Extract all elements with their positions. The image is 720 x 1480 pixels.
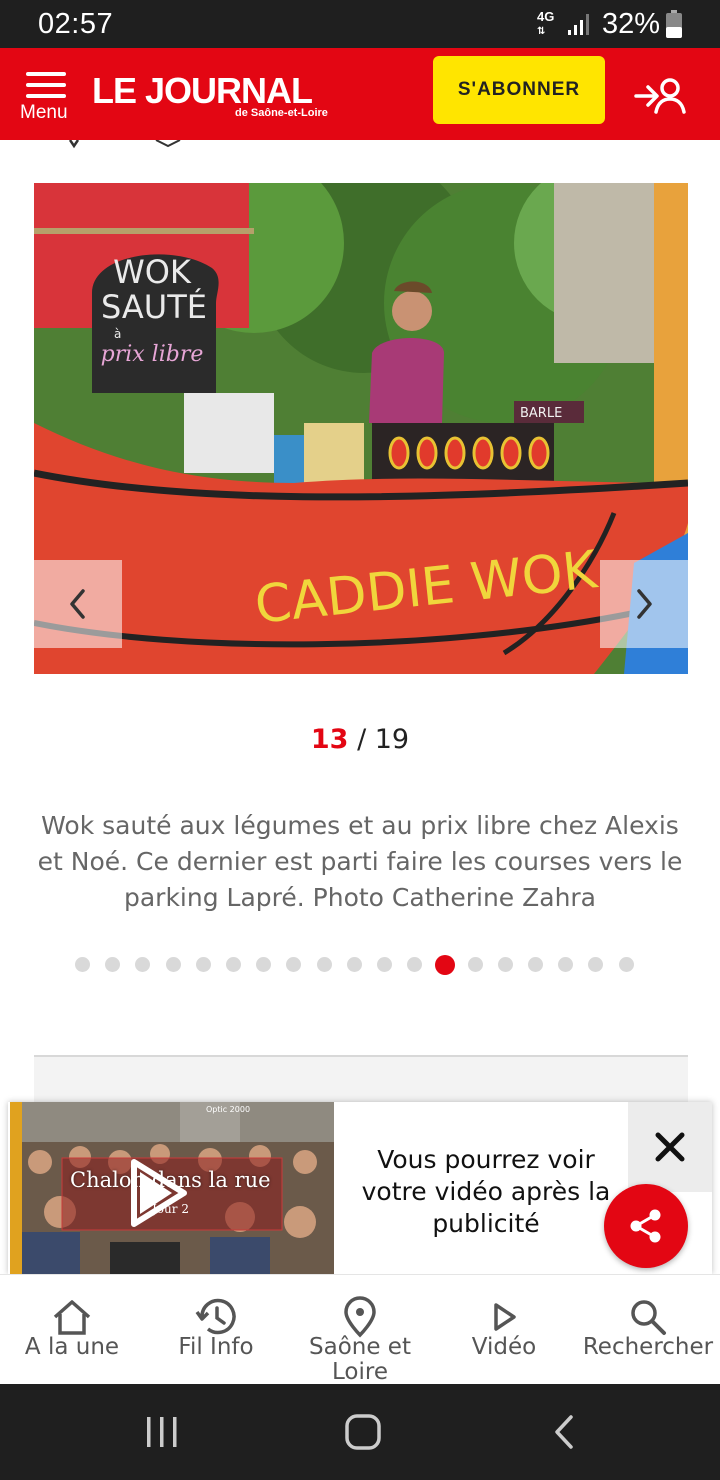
- menu-label: Menu: [20, 102, 68, 123]
- nav-label-home: A la une: [24, 1334, 120, 1360]
- site-header: Menu LE JOURNAL de Saône-et-Loire S'ABON…: [0, 48, 720, 140]
- search-icon: [631, 1300, 666, 1335]
- gallery-total: / 19: [357, 724, 410, 755]
- nav-item-saone-et-loire[interactable]: Saône et Loire: [288, 1275, 432, 1385]
- video-close-button[interactable]: [628, 1102, 712, 1192]
- logo-main-text: LE JOURNAL: [92, 70, 313, 111]
- location-pin-icon: [344, 1296, 376, 1338]
- pagination-dot[interactable]: [497, 957, 513, 972]
- pagination-dot[interactable]: [377, 957, 392, 972]
- menu-button[interactable]: Menu: [18, 68, 76, 128]
- nav-label-video: Vidéo: [471, 1334, 537, 1360]
- partial-toolbar-icons: [68, 140, 181, 149]
- battery-percent: 32%: [602, 8, 661, 40]
- pagination-dot[interactable]: [316, 957, 332, 972]
- pagination-dot[interactable]: [618, 957, 634, 972]
- back-icon[interactable]: [545, 1412, 585, 1452]
- pagination-dot[interactable]: [467, 957, 483, 972]
- pagination-dot[interactable]: [105, 957, 121, 972]
- pagination-dot[interactable]: [346, 957, 362, 972]
- video-ad-player: Optic 2000 Chalon dans la rue Jour 2 Vou…: [8, 1102, 712, 1274]
- pagination-dot[interactable]: [256, 957, 272, 972]
- pagination-dot[interactable]: [588, 957, 604, 972]
- thumb-logo-text: Optic 2000: [206, 1105, 250, 1114]
- photo-illustration: WOK SAUTÉ à prix libre BARLE CADDIE WOK: [34, 183, 688, 674]
- chevron-left-icon: [70, 589, 85, 619]
- network-type: 4G ⇅: [537, 9, 555, 37]
- recent-apps-icon[interactable]: [142, 1412, 182, 1452]
- photo-sign-line1: WOK: [113, 253, 192, 291]
- pagination-dot[interactable]: [75, 957, 90, 972]
- home-icon: [53, 1300, 91, 1335]
- hamburger-icon: [26, 72, 66, 100]
- pagination-dot[interactable]: [165, 957, 181, 972]
- nav-item-home[interactable]: A la une: [0, 1275, 144, 1385]
- status-time: 02:57: [38, 8, 114, 40]
- pagination-dot[interactable]: [286, 957, 302, 972]
- photo-caption: Wok sauté aux légumes et au prix libre c…: [37, 811, 683, 912]
- video-thumbnail[interactable]: Optic 2000 Chalon dans la rue Jour 2: [10, 1102, 334, 1274]
- share-button[interactable]: [604, 1184, 688, 1268]
- gallery-next-button[interactable]: [600, 560, 688, 648]
- photo-sign-line2: SAUTÉ: [101, 288, 207, 326]
- pagination-dot[interactable]: [135, 957, 151, 972]
- bottom-navigation: A la une Fil Info Saône et Loire Vidéo R…: [0, 1274, 720, 1385]
- video-ad-message: Vous pourrez voir votre vidéo après la p…: [361, 1145, 611, 1238]
- pagination-dot[interactable]: [558, 957, 574, 972]
- nav-label-saone-et-loire: Saône et Loire: [309, 1334, 411, 1385]
- pagination-dot[interactable]: [226, 957, 241, 972]
- battery-icon: [666, 10, 682, 38]
- status-bar: 02:57 4G ⇅ 32%: [0, 0, 720, 48]
- pagination-dot[interactable]: [528, 957, 543, 972]
- chevron-right-icon: [637, 589, 652, 619]
- pagination-dot[interactable]: [407, 957, 423, 972]
- nav-item-video[interactable]: Vidéo: [432, 1275, 576, 1385]
- gallery-photo[interactable]: WOK SAUTÉ à prix libre BARLE CADDIE WOK: [34, 183, 688, 674]
- play-icon: [494, 1303, 516, 1331]
- home-button-icon[interactable]: [343, 1412, 383, 1452]
- share-icon: [630, 1209, 661, 1243]
- pagination-dot-active[interactable]: [434, 955, 455, 975]
- video-play-icon[interactable]: [126, 1156, 190, 1230]
- nav-item-fil-info[interactable]: Fil Info: [144, 1275, 288, 1385]
- gallery-pagination-dots: [75, 955, 645, 975]
- nav-label-fil-info: Fil Info: [178, 1334, 254, 1360]
- signal-icon: [568, 14, 589, 35]
- gallery-current-index: 13: [310, 724, 349, 755]
- nav-label-search: Rechercher: [582, 1334, 714, 1360]
- login-user-icon[interactable]: [634, 76, 688, 116]
- nav-item-search[interactable]: Rechercher: [576, 1275, 720, 1385]
- gallery-prev-button[interactable]: [34, 560, 122, 648]
- gallery-counter: 13 / 19: [0, 724, 720, 755]
- close-icon: [655, 1132, 685, 1162]
- logo-sub-text: de Saône-et-Loire: [235, 107, 328, 119]
- site-logo[interactable]: LE JOURNAL de Saône-et-Loire: [92, 70, 342, 124]
- photo-sign-line4: prix libre: [101, 342, 204, 367]
- history-icon: [195, 1298, 236, 1335]
- photo-sign-line3: à: [114, 327, 121, 341]
- pagination-dot[interactable]: [195, 957, 211, 972]
- subscribe-button[interactable]: S'ABONNER: [433, 56, 605, 124]
- system-navigation-bar: [0, 1384, 720, 1480]
- photo-awning-text: BARLE: [520, 406, 562, 421]
